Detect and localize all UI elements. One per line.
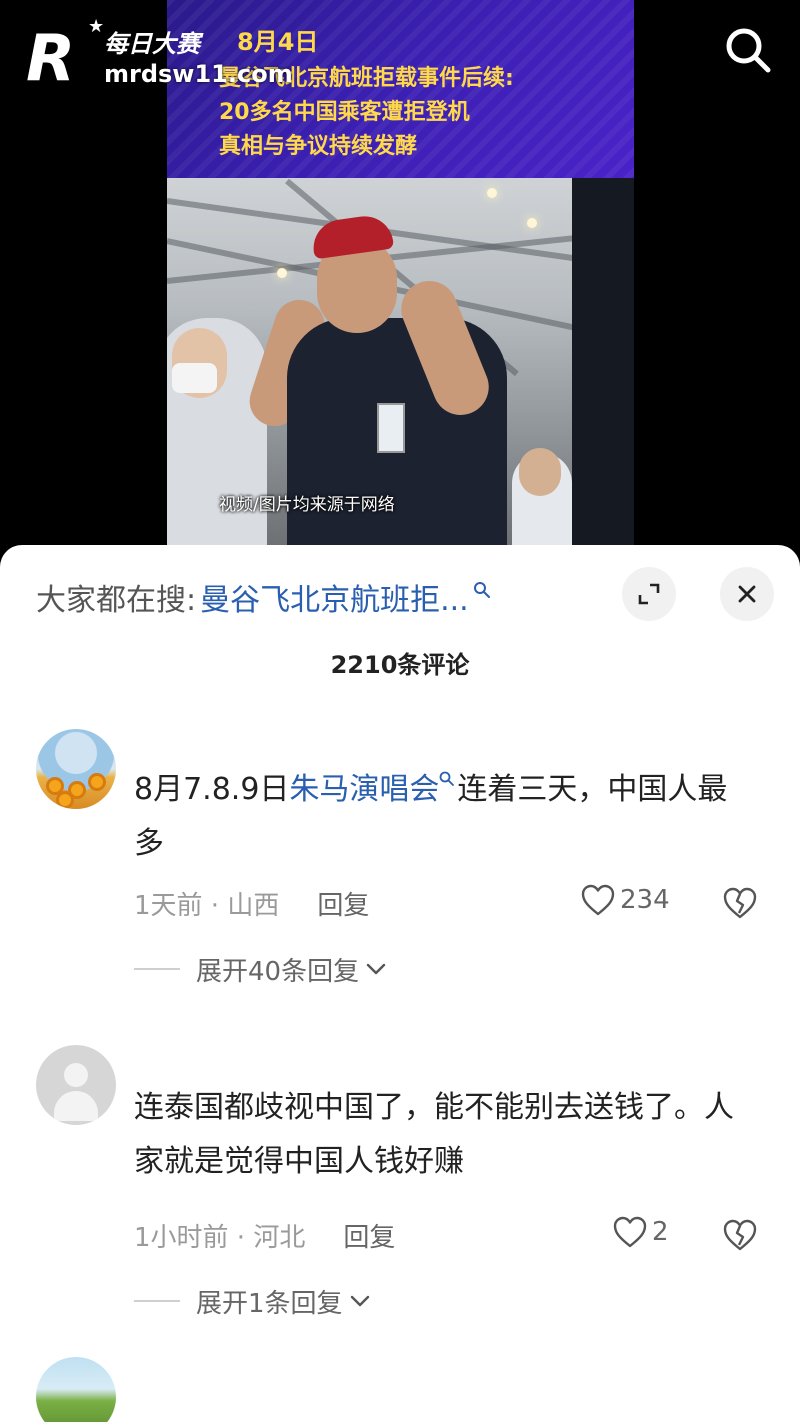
comment-text: 8月7.8.9日朱马演唱会 连着三天，中国人最多	[134, 763, 754, 871]
avatar[interactable]	[36, 1357, 116, 1422]
hot-search-prefix: 大家都在搜:	[36, 583, 197, 618]
expand-replies-button[interactable]: 展开1条回复	[134, 1281, 371, 1321]
time-location: 1小时前 · 河北	[134, 1222, 306, 1253]
heart-icon	[613, 1216, 647, 1248]
comment-text: 连泰国都歧视中国了，能不能别去送钱了。人家就是觉得中国人钱好赚	[134, 1090, 734, 1179]
comment-text-before: 8月7.8.9日	[134, 772, 290, 807]
small-search-icon	[440, 771, 455, 786]
video-player[interactable]: 8月4日 曼谷飞北京航班拒载事件后续: 20多名中国乘客遭拒登机 真相与争议持续…	[0, 0, 800, 560]
like-button[interactable]: 234	[580, 883, 670, 917]
chevron-down-icon	[350, 1295, 369, 1307]
expand-replies-button[interactable]: 展开40条回复	[134, 949, 387, 989]
like-button[interactable]: 2	[612, 1215, 669, 1249]
broken-heart-icon[interactable]	[722, 1218, 758, 1252]
comment-count: 2210条评论	[330, 651, 470, 679]
time-location: 1天前 · 山西	[134, 890, 280, 921]
chevron-down-icon	[366, 963, 386, 975]
expand-icon	[638, 583, 660, 605]
video-source-caption: 视频/图片均来源于网络	[219, 495, 395, 515]
search-icon	[726, 28, 771, 73]
comments-panel: 大家都在搜: 曼谷飞北京航班拒... 2210条评论 8月7.8.9日朱马演唱会…	[0, 545, 800, 1422]
broken-heart-icon[interactable]	[722, 886, 758, 920]
logo-url: mrdsw11.com	[104, 60, 293, 88]
search-button[interactable]	[720, 22, 776, 78]
video-scene-image: 视频/图片均来源于网络	[167, 178, 634, 545]
reply-button[interactable]: 回复	[317, 885, 369, 922]
expand-replies-label: 展开40条回复	[196, 956, 360, 987]
comment-meta: 1小时前 · 河北 回复	[134, 1215, 395, 1255]
comment-meta: 1天前 · 山西 回复	[134, 883, 369, 923]
like-count: 234	[620, 885, 670, 915]
expand-replies-label: 展开1条回复	[196, 1288, 343, 1319]
avatar[interactable]	[36, 1045, 116, 1125]
avatar[interactable]	[36, 729, 116, 809]
watermark-logo: R ★ 每日大赛 mrdsw11.com	[12, 10, 312, 105]
small-search-icon	[473, 582, 490, 598]
expand-panel-button[interactable]	[622, 567, 676, 621]
mention-link[interactable]: 朱马演唱会	[289, 772, 439, 807]
logo-letter: R	[26, 22, 76, 96]
logo-star-icon: ★	[88, 16, 105, 37]
divider-line	[134, 1300, 180, 1302]
banner-title-line-3: 真相与争议持续发酵	[219, 134, 418, 159]
hot-search-query-link[interactable]: 曼谷飞北京航班拒...	[200, 575, 469, 619]
hot-search-bar[interactable]: 大家都在搜: 曼谷飞北京航班拒...	[36, 575, 491, 619]
like-count: 2	[652, 1217, 669, 1247]
close-icon	[738, 585, 756, 603]
logo-name: 每日大赛	[104, 30, 200, 58]
reply-button[interactable]: 回复	[343, 1217, 395, 1254]
divider-line	[134, 968, 180, 970]
heart-icon	[581, 884, 615, 916]
close-panel-button[interactable]	[720, 567, 774, 621]
